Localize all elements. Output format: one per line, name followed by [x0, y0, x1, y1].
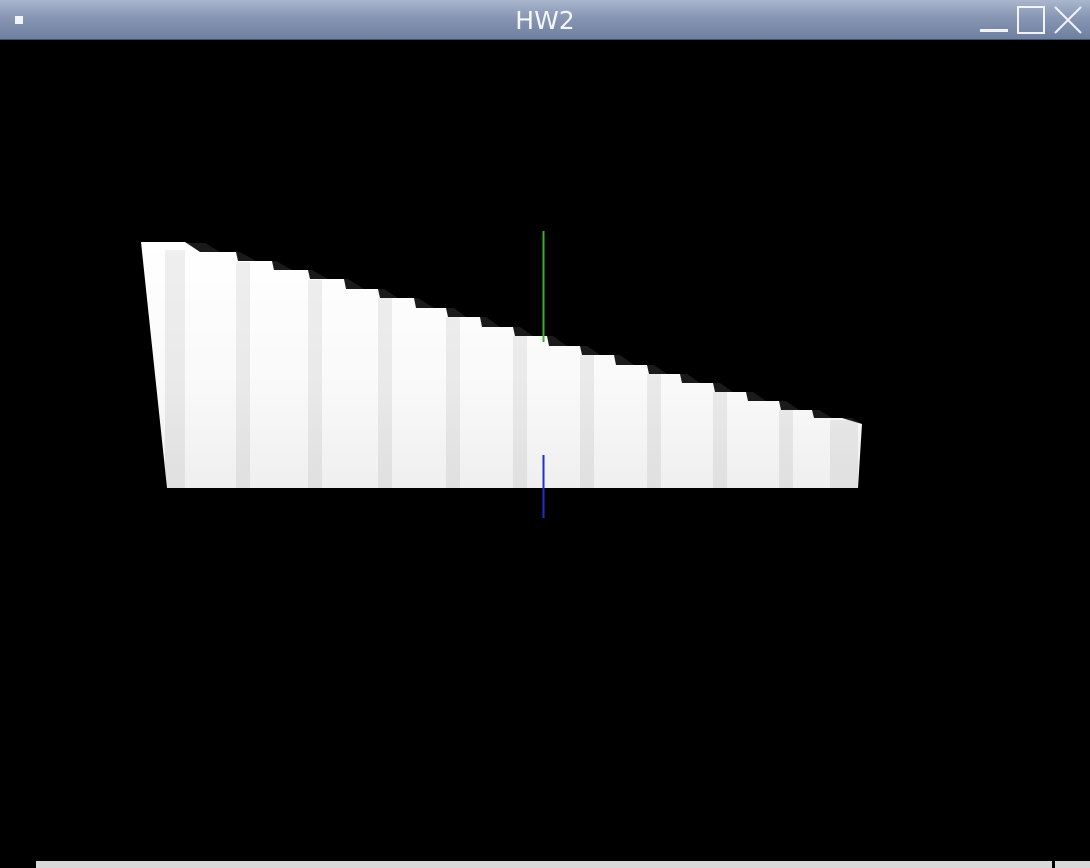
- window-menu-icon: [15, 16, 23, 24]
- window-title: HW2: [515, 6, 575, 35]
- close-button[interactable]: [1052, 4, 1084, 36]
- maximize-button[interactable]: [1015, 4, 1047, 36]
- scrollbar-right-cap[interactable]: [1055, 861, 1090, 868]
- horizontal-scrollbar[interactable]: [36, 861, 1052, 868]
- window-titlebar[interactable]: HW2: [0, 0, 1090, 40]
- scrollbar-left-cap: [0, 861, 34, 868]
- window-menu-button[interactable]: [8, 9, 30, 31]
- close-icon: [1054, 6, 1082, 34]
- app-window: HW2: [0, 0, 1090, 868]
- minimize-icon: [980, 29, 1008, 32]
- maximize-icon: [1017, 6, 1045, 34]
- scene-canvas: [141, 231, 862, 518]
- opengl-viewport[interactable]: [0, 40, 1090, 858]
- minimize-button[interactable]: [978, 4, 1010, 36]
